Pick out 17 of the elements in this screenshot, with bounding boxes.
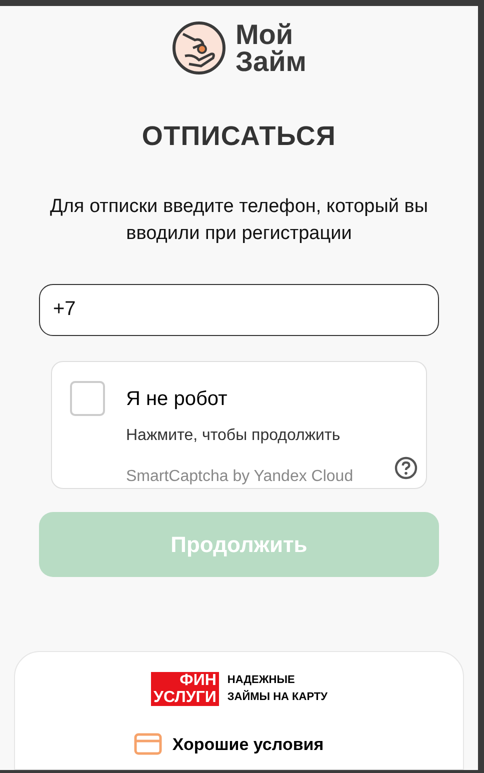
feature-title: Хорошие условия — [172, 734, 324, 756]
help-icon[interactable] — [394, 456, 418, 480]
logo-text: Мой — [235, 21, 294, 48]
badge-text: ФИН — [180, 672, 216, 688]
logo-icon — [171, 20, 228, 76]
captcha-checkbox[interactable] — [70, 380, 105, 416]
tagline-text: ЗАЙМЫ НА КАРТУ — [227, 689, 328, 704]
captcha-brand: SmartCaptcha by Yandex Cloud — [126, 466, 354, 486]
badge-text: УСЛУГИ — [154, 688, 216, 706]
page-title: ОТПИСАТЬСЯ — [142, 120, 336, 153]
captcha-label: Я не робот — [126, 386, 228, 412]
tagline-text: НАДЕЖНЫЕ — [227, 672, 296, 688]
phone-field[interactable]: +7 — [39, 284, 439, 336]
captcha-hint: Нажмите, чтобы продолжить — [126, 426, 342, 446]
logo-text: Займ — [235, 48, 307, 75]
card-icon — [134, 733, 162, 756]
instruction-text: Для отписки введите телефон, который вы вводили при регистрации — [48, 194, 430, 246]
